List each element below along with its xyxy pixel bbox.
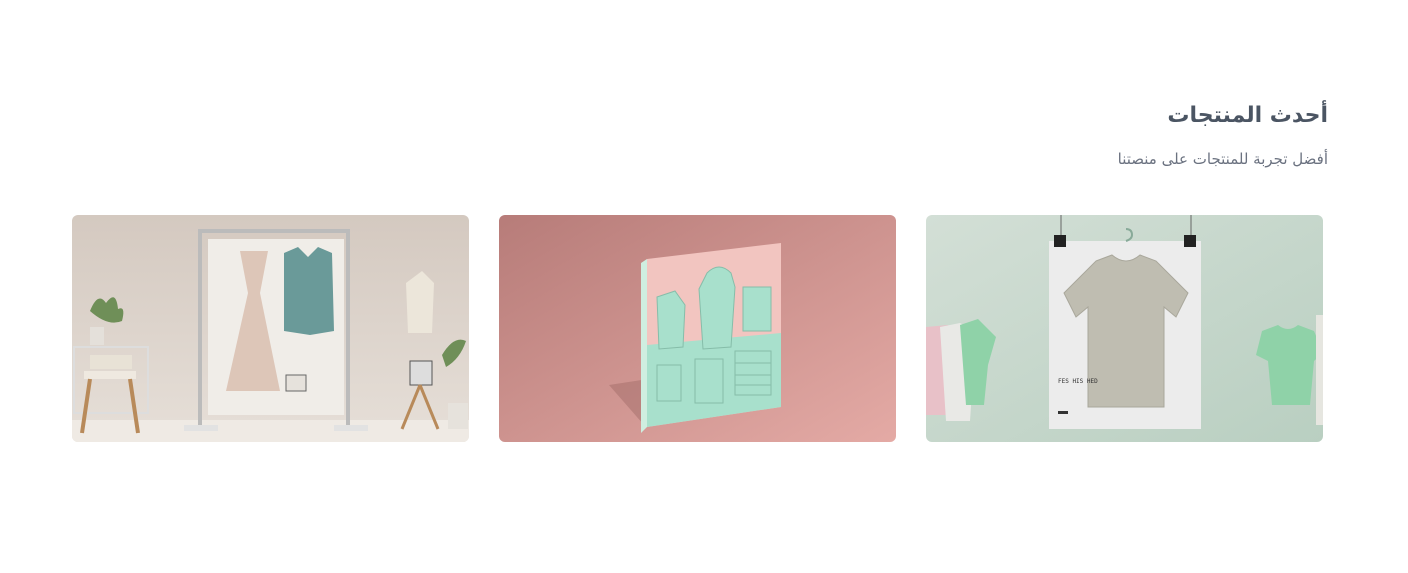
latest-products-section: أحدث المنتجات أفضل تجربة للمنتجات على من… bbox=[0, 0, 1408, 573]
product-card[interactable] bbox=[72, 215, 469, 442]
tshirt-poster-image: FES HIS HED bbox=[926, 215, 1323, 442]
product-grid: FES HIS HED bbox=[72, 215, 1323, 442]
poster-text: FES HIS HED bbox=[1058, 378, 1098, 385]
product-card[interactable] bbox=[499, 215, 896, 442]
section-header: أحدث المنتجات أفضل تجربة للمنتجات على من… bbox=[1118, 98, 1328, 170]
clothing-rack-image bbox=[72, 215, 469, 442]
section-subtitle: أفضل تجربة للمنتجات على منصتنا bbox=[1117, 150, 1328, 168]
clothing-model-image bbox=[499, 215, 896, 442]
section-title: أحدث المنتجات bbox=[1167, 103, 1328, 128]
product-card[interactable]: FES HIS HED bbox=[926, 215, 1323, 442]
